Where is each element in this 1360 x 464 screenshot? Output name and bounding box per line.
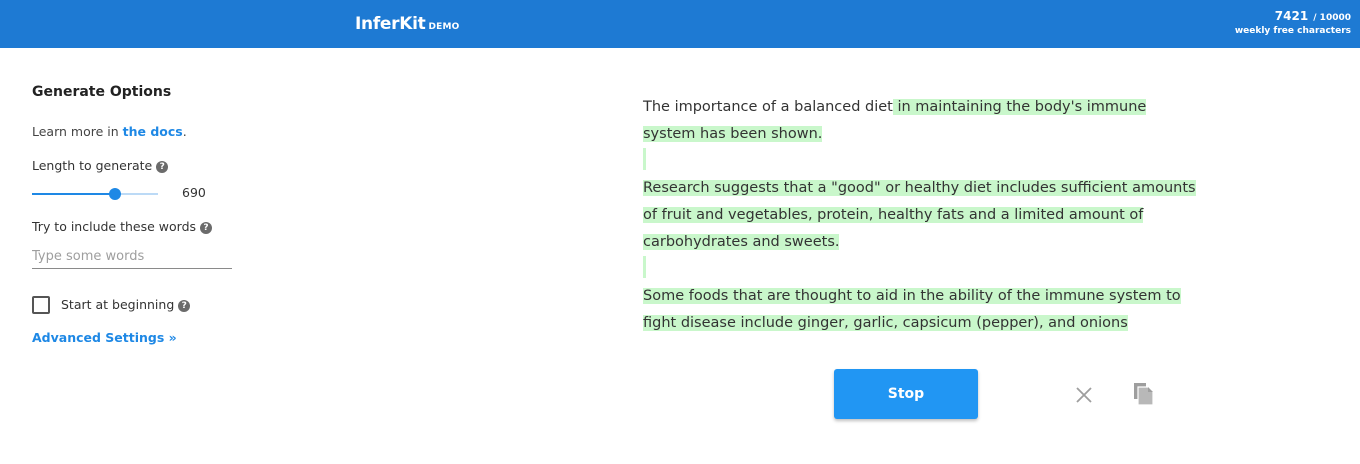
generated-blank-line <box>643 256 646 278</box>
advanced-settings-link[interactable]: Advanced Settings » <box>32 330 177 345</box>
length-label: Length to generate <box>32 158 153 173</box>
start-at-beginning-row: Start at beginning? <box>32 294 191 314</box>
words-label-row: Try to include these words? <box>32 219 213 234</box>
words-help-icon[interactable]: ? <box>200 222 213 234</box>
copy-icon[interactable] <box>1133 382 1155 406</box>
prompt-text: The importance of a balanced diet <box>643 99 893 115</box>
editor-paragraph: The importance of a balanced diet in mai… <box>643 94 1203 148</box>
learn-more-suffix: . <box>182 124 187 139</box>
brand-name: InferKit <box>355 14 426 34</box>
words-input[interactable] <box>32 244 232 269</box>
stop-button[interactable]: Stop <box>834 369 978 419</box>
docs-link[interactable]: the docs <box>123 124 183 139</box>
editor-blank-line <box>643 256 1203 283</box>
generated-blank-line <box>643 148 646 170</box>
text-editor[interactable]: The importance of a balanced diet in mai… <box>643 94 1203 337</box>
quota-limit: / 10000 <box>1313 13 1351 23</box>
options-heading: Generate Options <box>32 84 172 100</box>
editor-blank-line <box>643 148 1203 175</box>
length-slider-fill <box>32 193 116 195</box>
length-label-row: Length to generate? <box>32 158 169 173</box>
brand-logo[interactable]: InferKit DEMO <box>355 14 460 37</box>
top-bar: InferKit DEMO 7421 / 10000 weekly free ch… <box>0 0 1360 48</box>
character-quota: 7421 / 10000 weekly free characters <box>1235 8 1351 38</box>
brand-demo-tag: DEMO <box>428 22 460 32</box>
quota-caption: weekly free characters <box>1234 26 1351 36</box>
copy-icon-graphic <box>1134 383 1154 406</box>
length-help-icon[interactable]: ? <box>156 161 169 173</box>
start-at-beginning-label: Start at beginning <box>61 297 175 312</box>
editor-paragraph: Research suggests that a "good" or healt… <box>643 175 1203 256</box>
length-slider-thumb[interactable] <box>109 188 122 200</box>
length-slider[interactable] <box>32 187 158 201</box>
start-help-icon[interactable]: ? <box>178 300 191 312</box>
words-label: Try to include these words <box>32 219 197 234</box>
learn-more-prefix: Learn more in <box>32 124 123 139</box>
generated-text: Research suggests that a "good" or healt… <box>643 180 1196 250</box>
generated-text: Some foods that are thought to aid in th… <box>643 288 1181 331</box>
close-icon-graphic <box>1076 387 1092 403</box>
editor-paragraph: Some foods that are thought to aid in th… <box>643 283 1203 337</box>
learn-more-text: Learn more in the docs. <box>32 124 187 139</box>
quota-used: 7421 <box>1274 9 1309 23</box>
length-value: 690 <box>182 185 206 200</box>
start-at-beginning-checkbox[interactable] <box>32 295 50 314</box>
close-icon[interactable] <box>1074 385 1094 405</box>
